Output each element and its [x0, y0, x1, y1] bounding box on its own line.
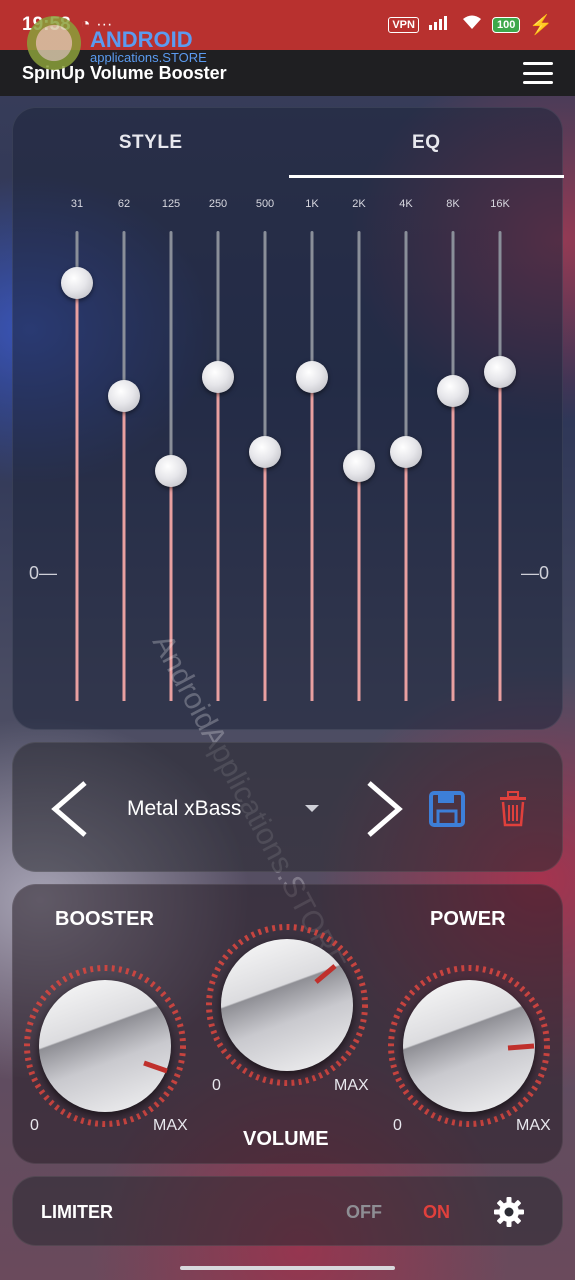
tab-eq[interactable]: EQ	[288, 108, 565, 178]
preset-dropdown-icon[interactable]	[305, 805, 319, 812]
eq-slider-knob[interactable]	[390, 435, 422, 468]
watermark-line1: ANDROID	[90, 26, 193, 52]
eq-slider-knob[interactable]	[296, 360, 328, 393]
eq-band-label: 16K	[490, 198, 510, 210]
volume-min-label: 0	[212, 1077, 221, 1094]
eq-slider-track[interactable]	[451, 231, 455, 701]
zero-level-right: —0	[521, 563, 550, 583]
eq-slider-knob[interactable]	[155, 454, 187, 487]
charging-icon: ⚡	[529, 15, 553, 36]
eq-band-label: 8K	[446, 198, 460, 210]
volume-knob[interactable]	[204, 922, 370, 1088]
limiter-panel: LIMITER OFF ON	[12, 1176, 563, 1246]
booster-knob[interactable]	[22, 963, 188, 1129]
preset-name: Metal xBass	[127, 797, 242, 820]
preset-panel: Metal xBass	[12, 742, 563, 872]
equalizer-panel: STYLE EQ 0— —0 31 62 125 250 500 1K 2K 4K 8K 16K	[12, 107, 564, 730]
eq-slider-knob[interactable]	[202, 360, 234, 393]
eq-slider-fill	[498, 372, 502, 701]
eq-slider-fill	[75, 282, 79, 701]
eq-band-label: 4K	[399, 198, 413, 210]
limiter-off-button[interactable]: OFF	[346, 1202, 382, 1223]
eq-slider-knob[interactable]	[484, 356, 516, 388]
next-preset-icon[interactable]	[359, 779, 409, 839]
tab-style[interactable]: STYLE	[13, 108, 289, 178]
booster-indicator	[143, 1060, 168, 1074]
zero-level-left: 0—	[29, 563, 58, 583]
tab-bar: STYLE EQ	[13, 108, 564, 178]
eq-slider-fill	[263, 451, 267, 701]
eq-slider-fill	[216, 376, 220, 701]
limiter-label: LIMITER	[41, 1202, 113, 1222]
watermark-line2: applications.STORE	[90, 49, 207, 65]
logo-dog-icon	[24, 16, 84, 76]
eq-slider-track[interactable]	[75, 231, 79, 701]
eq-band-label: 62	[117, 198, 131, 210]
eq-slider-knob[interactable]	[61, 266, 93, 299]
eq-band-label: 2K	[352, 198, 366, 210]
previous-preset-icon[interactable]	[47, 779, 97, 839]
eq-slider-fill	[310, 376, 314, 701]
booster-title: BOOSTER	[55, 908, 154, 930]
settings-gear-icon[interactable]	[493, 1196, 525, 1228]
signal-icon	[428, 14, 452, 36]
eq-slider-fill	[451, 390, 455, 701]
eq-slider-knob[interactable]	[249, 435, 281, 468]
limiter-on-button[interactable]: ON	[423, 1202, 450, 1223]
power-min-label: 0	[393, 1117, 402, 1134]
hamburger-menu-icon[interactable]	[523, 62, 553, 84]
eq-slider-knob[interactable]	[343, 450, 375, 482]
eq-band-label: 31	[70, 198, 84, 210]
eq-slider-fill	[357, 466, 361, 701]
eq-band-label: 125	[161, 198, 181, 210]
eq-slider-knob[interactable]	[108, 379, 140, 412]
booster-min-label: 0	[30, 1117, 39, 1134]
delete-preset-icon[interactable]	[498, 791, 528, 827]
power-indicator	[507, 1043, 535, 1051]
volume-indicator	[314, 964, 337, 984]
eq-slider-track[interactable]	[310, 231, 314, 701]
save-preset-icon[interactable]	[429, 791, 465, 827]
power-title: POWER	[430, 908, 506, 930]
wifi-icon	[461, 14, 483, 36]
volume-max-label: MAX	[334, 1077, 369, 1094]
eq-slider-fill	[404, 451, 408, 701]
watermark-logo: ANDROID applications.STORE	[24, 16, 207, 76]
home-indicator[interactable]	[180, 1266, 395, 1270]
volume-title: VOLUME	[243, 1128, 329, 1150]
power-max-label: MAX	[516, 1117, 551, 1134]
vpn-badge: VPN	[388, 17, 419, 33]
eq-slider-knob[interactable]	[437, 374, 469, 407]
eq-slider-track[interactable]	[216, 231, 220, 701]
booster-max-label: MAX	[153, 1117, 188, 1134]
eq-band-label: 1K	[305, 198, 319, 210]
battery-icon: 100	[491, 17, 521, 33]
eq-band-label: 250	[208, 198, 228, 210]
eq-slider-track[interactable]	[122, 231, 126, 701]
eq-band-label: 500	[255, 198, 275, 210]
eq-slider-track[interactable]	[498, 231, 502, 701]
eq-slider-fill	[122, 395, 126, 701]
status-icons: VPN 100 ⚡	[388, 13, 553, 37]
power-knob[interactable]	[386, 963, 552, 1129]
